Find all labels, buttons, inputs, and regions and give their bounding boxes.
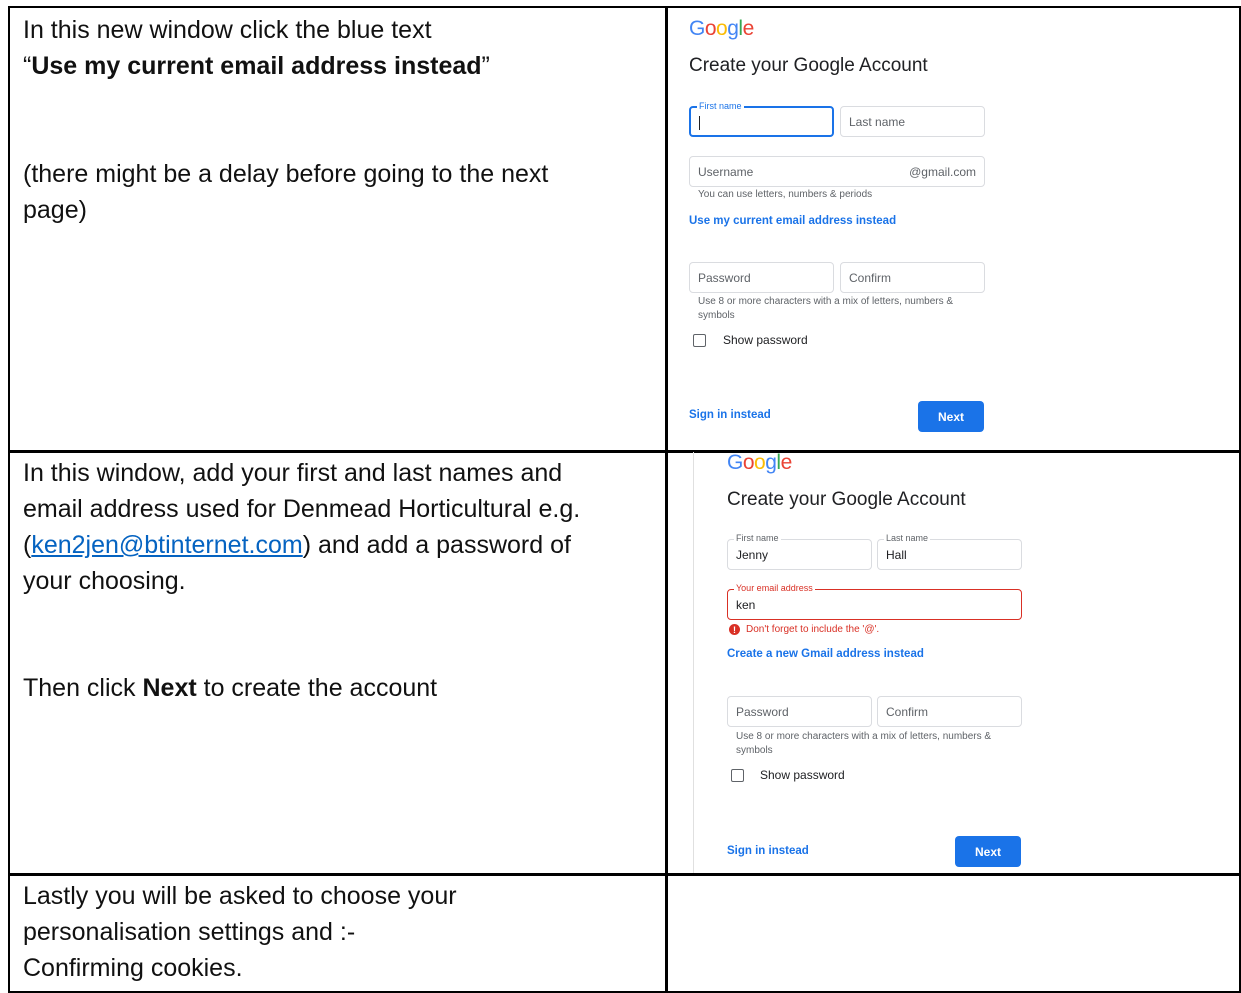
confirm-input[interactable]: Confirm: [840, 262, 985, 293]
password-hint: Use 8 or more characters with a mix of l…: [736, 731, 992, 742]
show-password-label: Show password: [723, 333, 808, 347]
instruction-text: to create the account: [196, 674, 438, 702]
confirm-input[interactable]: Confirm: [877, 696, 1022, 727]
last-name-value: Hall: [886, 548, 907, 562]
instruction-line: “Use my current email address instead”: [23, 48, 490, 84]
password-placeholder: Password: [736, 704, 789, 719]
password-hint: Use 8 or more characters with a mix of l…: [698, 296, 954, 307]
instruction-bold-text: Use my current email address instead: [31, 52, 482, 80]
instruction-cell-1: In this new window click the blue text “…: [8, 6, 668, 453]
create-gmail-link[interactable]: Create a new Gmail address instead: [727, 648, 924, 660]
confirm-placeholder: Confirm: [849, 270, 892, 285]
google-logo: Google: [727, 451, 792, 474]
google-signup-form-2: Google Create your Google Account First …: [667, 452, 1239, 874]
instruction-line: your choosing.: [23, 567, 186, 595]
error-icon: !: [729, 624, 740, 635]
instruction-bold-text: Next: [142, 674, 197, 702]
first-name-label: First name: [734, 533, 781, 543]
last-name-input[interactable]: Last name: [840, 106, 985, 137]
show-password-label: Show password: [760, 768, 845, 782]
first-name-input[interactable]: First name Jenny: [727, 533, 872, 570]
use-current-email-link[interactable]: Use my current email address instead: [689, 215, 896, 227]
sign-in-instead-link[interactable]: Sign in instead: [727, 845, 809, 857]
gmail-suffix: @gmail.com: [909, 164, 976, 179]
instruction-line: (ken2jen@btinternet.com) and add a passw…: [23, 527, 571, 563]
next-button[interactable]: Next: [955, 836, 1021, 867]
last-name-placeholder: Last name: [849, 114, 906, 129]
instruction-line: Confirming cookies.: [23, 954, 243, 982]
instruction-cell-3: Lastly you will be asked to choose your …: [8, 873, 668, 993]
first-name-input[interactable]: First name: [689, 101, 834, 137]
show-password-checkbox[interactable]: [693, 334, 706, 347]
username-placeholder: Username: [698, 164, 754, 179]
instruction-line: page): [23, 196, 87, 224]
google-logo: Google: [689, 17, 754, 40]
empty-cell: [665, 873, 1241, 993]
first-name-value: Jenny: [736, 548, 769, 562]
instruction-text: ) and add a password of: [302, 531, 571, 559]
instruction-line: personalisation settings and :-: [23, 918, 356, 946]
screenshot-cell-2: Google Create your Google Account First …: [665, 450, 1241, 876]
instruction-line: In this window, add your first and last …: [23, 459, 563, 487]
show-password-checkbox[interactable]: [731, 769, 744, 782]
sign-in-instead-link[interactable]: Sign in instead: [689, 409, 771, 421]
username-input[interactable]: Username @gmail.com: [689, 156, 985, 187]
password-input[interactable]: Password: [727, 696, 872, 727]
form-title: Create your Google Account: [727, 489, 966, 510]
email-label: Your email address: [734, 583, 815, 593]
last-name-label: Last name: [884, 533, 931, 543]
instruction-line: Then click Next to create the account: [23, 670, 437, 706]
google-signup-form-1: Google Create your Google Account First …: [667, 8, 1239, 451]
next-button[interactable]: Next: [918, 401, 984, 432]
instruction-line: Lastly you will be asked to choose your: [23, 882, 457, 910]
instruction-line: email address used for Denmead Horticult…: [23, 495, 581, 523]
quote-mark: ”: [481, 52, 490, 80]
example-email-link[interactable]: ken2jen@btinternet.com: [31, 531, 302, 559]
error-text: Don't forget to include the '@'.: [746, 624, 880, 635]
instruction-text: Then click: [23, 674, 143, 702]
email-input[interactable]: Your email address ken: [727, 583, 1022, 620]
email-error: ! Don't forget to include the '@'.: [729, 624, 879, 635]
password-hint: symbols: [736, 745, 773, 756]
password-placeholder: Password: [698, 270, 751, 285]
username-hint: You can use letters, numbers & periods: [698, 189, 873, 200]
password-hint: symbols: [698, 310, 735, 321]
first-name-label: First name: [697, 101, 744, 111]
instruction-cell-2: In this window, add your first and last …: [8, 450, 668, 876]
last-name-input[interactable]: Last name Hall: [877, 533, 1022, 570]
password-input[interactable]: Password: [689, 262, 834, 293]
confirm-placeholder: Confirm: [886, 704, 929, 719]
email-value: ken: [736, 598, 756, 612]
form-title: Create your Google Account: [689, 55, 928, 76]
instruction-line: In this new window click the blue text: [23, 12, 432, 48]
text-caret: [699, 116, 700, 130]
screenshot-cell-1: Google Create your Google Account First …: [665, 6, 1241, 453]
instruction-line: (there might be a delay before going to …: [23, 160, 549, 188]
instruction-text: In this new window click the blue text: [23, 16, 432, 44]
